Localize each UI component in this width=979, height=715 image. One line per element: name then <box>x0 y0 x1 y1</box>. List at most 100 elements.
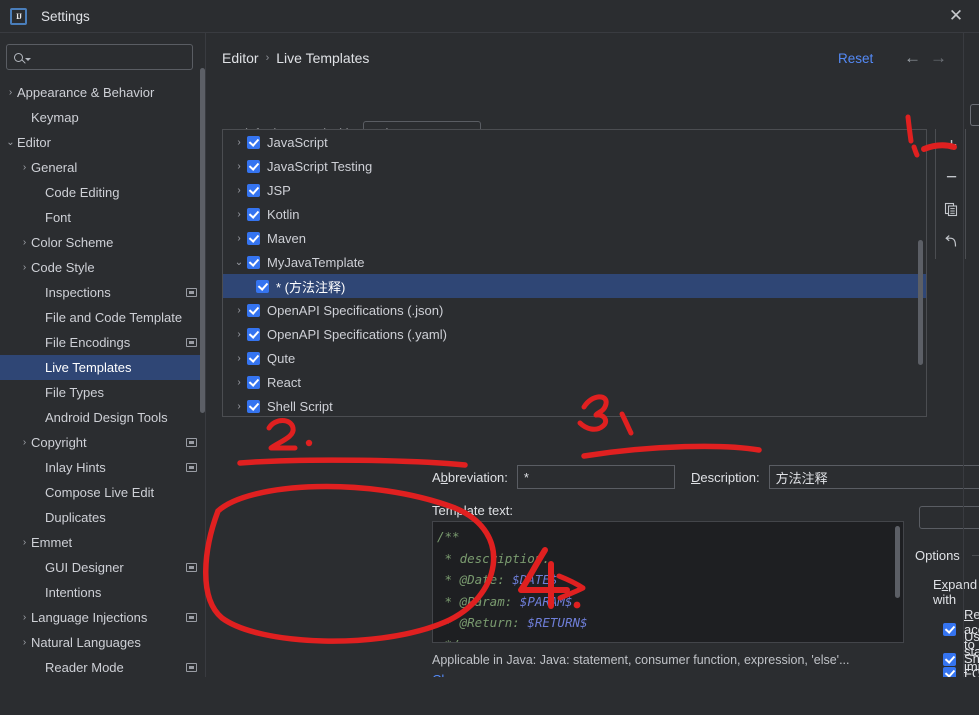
sidebar-item-label: Intentions <box>45 585 102 600</box>
template-variable: $RETURN$ <box>527 615 588 630</box>
checkbox-icon[interactable] <box>247 375 260 389</box>
template-row[interactable]: › Qute <box>223 346 926 370</box>
description-input[interactable]: 方法注释 <box>768 465 979 489</box>
sidebar-item-gui-designer[interactable]: GUI Designer <box>0 555 206 580</box>
chevron-right-icon[interactable]: › <box>231 377 247 388</box>
sidebar-item-general[interactable]: › General <box>0 155 206 180</box>
chevron-right-icon[interactable]: › <box>231 233 247 244</box>
sidebar-item-file-and-code-template[interactable]: File and Code Template <box>0 305 206 330</box>
sidebar-item-appearance-behavior[interactable]: › Appearance & Behavior <box>0 80 206 105</box>
chevron-right-icon[interactable]: › <box>18 637 31 648</box>
template-row[interactable]: › OpenAPI Specifications (.yaml) <box>223 322 926 346</box>
minus-icon: − <box>945 166 958 188</box>
chevron-down-icon <box>25 58 31 61</box>
checkbox-icon[interactable] <box>247 327 260 341</box>
breadcrumb-root[interactable]: Editor <box>222 50 259 66</box>
chevron-right-icon[interactable]: › <box>231 209 247 220</box>
sidebar-item-natural-languages[interactable]: › Natural Languages <box>0 630 206 655</box>
editor-scrollbar[interactable] <box>895 526 900 598</box>
sidebar-item-copyright[interactable]: › Copyright <box>0 430 206 455</box>
forward-arrow-icon[interactable]: → <box>930 49 947 66</box>
sidebar-item-live-templates[interactable]: Live Templates <box>0 355 206 380</box>
chevron-right-icon[interactable]: › <box>4 87 17 98</box>
comment-text: * description. <box>437 550 550 566</box>
chevron-right-icon[interactable]: › <box>231 353 247 364</box>
search-input[interactable] <box>6 44 193 70</box>
sidebar-item-label: Language Injections <box>31 610 148 625</box>
back-arrow-icon[interactable]: ← <box>904 49 921 66</box>
sidebar-item-inspections[interactable]: Inspections <box>0 280 206 305</box>
checkbox-icon[interactable] <box>247 135 260 149</box>
options-expand-label: Expand with <box>933 577 977 607</box>
template-row[interactable]: › JSP <box>223 178 926 202</box>
template-row[interactable]: › React <box>223 370 926 394</box>
sidebar-item-code-style[interactable]: › Code Style <box>0 255 206 280</box>
template-row[interactable]: * (方法注释) <box>223 274 926 298</box>
template-row[interactable]: › JavaScript Testing <box>223 154 926 178</box>
description-row: Description: 方法注释 <box>691 465 979 489</box>
chevron-down-icon[interactable]: ⌄ <box>231 257 247 268</box>
template-row[interactable]: › Shell Script <box>223 394 926 418</box>
chevron-right-icon[interactable]: › <box>18 162 31 173</box>
edit-variables-button[interactable]: Edit Variables... <box>919 506 979 529</box>
chevron-right-icon[interactable]: › <box>231 329 247 340</box>
sidebar-item-duplicates[interactable]: Duplicates <box>0 505 206 530</box>
chevron-right-icon[interactable]: › <box>18 537 31 548</box>
dialog-footer: ? OK Cancel Apply CSDN @什么时候可以发SCI啊 <box>0 677 979 715</box>
checkbox-icon[interactable] <box>247 231 260 245</box>
checkbox-icon[interactable] <box>247 351 260 365</box>
checkbox-icon[interactable] <box>247 207 260 221</box>
template-row-label: Maven <box>267 230 307 246</box>
templates-list-scrollbar[interactable] <box>918 240 923 365</box>
checkbox-icon[interactable] <box>256 279 269 293</box>
sidebar-item-code-editing[interactable]: Code Editing <box>0 180 206 205</box>
chevron-right-icon[interactable]: › <box>231 185 247 196</box>
sidebar-item-color-scheme[interactable]: › Color Scheme <box>0 230 206 255</box>
sidebar-item-label: Compose Live Edit <box>45 485 155 500</box>
checkbox-icon[interactable] <box>247 303 260 317</box>
chevron-right-icon[interactable]: › <box>18 237 31 248</box>
sidebar-item-file-types[interactable]: File Types <box>0 380 206 405</box>
revert-icon <box>944 234 956 247</box>
template-row[interactable]: ⌄ MyJavaTemplate <box>223 250 926 274</box>
sidebar-item-emmet[interactable]: › Emmet <box>0 530 206 555</box>
sidebar-item-editor[interactable]: ⌄ Editor <box>0 130 206 155</box>
comment-text: * @Date: <box>437 572 513 587</box>
sidebar-item-compose-live-edit[interactable]: Compose Live Edit <box>0 480 206 505</box>
close-icon[interactable]: ✕ <box>933 0 979 32</box>
chevron-right-icon[interactable]: › <box>231 161 247 172</box>
sidebar-item-file-encodings[interactable]: File Encodings <box>0 330 206 355</box>
template-row[interactable]: › Maven <box>223 226 926 250</box>
breadcrumb-leaf: Live Templates <box>276 50 370 66</box>
template-text-editor[interactable]: /** * description. * @Date: $DATE$ * @Pa… <box>432 521 904 643</box>
abbreviation-input[interactable]: * <box>516 465 675 489</box>
window-titlebar: IJ Settings ✕ <box>0 0 979 32</box>
chevron-down-icon[interactable]: ⌄ <box>4 137 17 148</box>
sidebar-item-font[interactable]: Font <box>0 205 206 230</box>
template-row[interactable]: › Kotlin <box>223 202 926 226</box>
sidebar-item-reader-mode[interactable]: Reader Mode <box>0 655 206 676</box>
chevron-right-icon[interactable]: › <box>231 401 247 412</box>
chevron-right-icon[interactable]: › <box>231 137 247 148</box>
templates-list[interactable]: › JavaScript › JavaScript Testing › JSP › Kotli… <box>222 129 927 417</box>
checkbox-icon[interactable] <box>247 159 260 173</box>
template-row[interactable]: › JavaScript <box>223 130 926 154</box>
sidebar-item-intentions[interactable]: Intentions <box>0 580 206 605</box>
sidebar-item-android-design-tools[interactable]: Android Design Tools <box>0 405 206 430</box>
sidebar-item-label: File Encodings <box>45 335 131 350</box>
checkbox-icon[interactable] <box>247 255 260 269</box>
chevron-right-icon[interactable]: › <box>18 612 31 623</box>
chevron-right-icon[interactable]: › <box>231 305 247 316</box>
checkbox-icon[interactable] <box>247 399 260 413</box>
settings-dialog: IJ Settings ✕ › Appearance & Behavior Keym… <box>0 0 979 715</box>
reset-button[interactable]: Reset <box>838 51 873 66</box>
checkbox-icon[interactable] <box>247 183 260 197</box>
sidebar-item-language-injections[interactable]: › Language Injections <box>0 605 206 630</box>
sidebar-item-inlay-hints[interactable]: Inlay Hints <box>0 455 206 480</box>
chevron-right-icon[interactable]: › <box>18 262 31 273</box>
sidebar-item-label: Code Style <box>31 260 95 275</box>
template-row[interactable]: › OpenAPI Specifications (.json) <box>223 298 926 322</box>
chevron-right-icon[interactable]: › <box>18 437 31 448</box>
sidebar-item-label: Inlay Hints <box>45 460 106 475</box>
sidebar-item-keymap[interactable]: Keymap <box>0 105 206 130</box>
